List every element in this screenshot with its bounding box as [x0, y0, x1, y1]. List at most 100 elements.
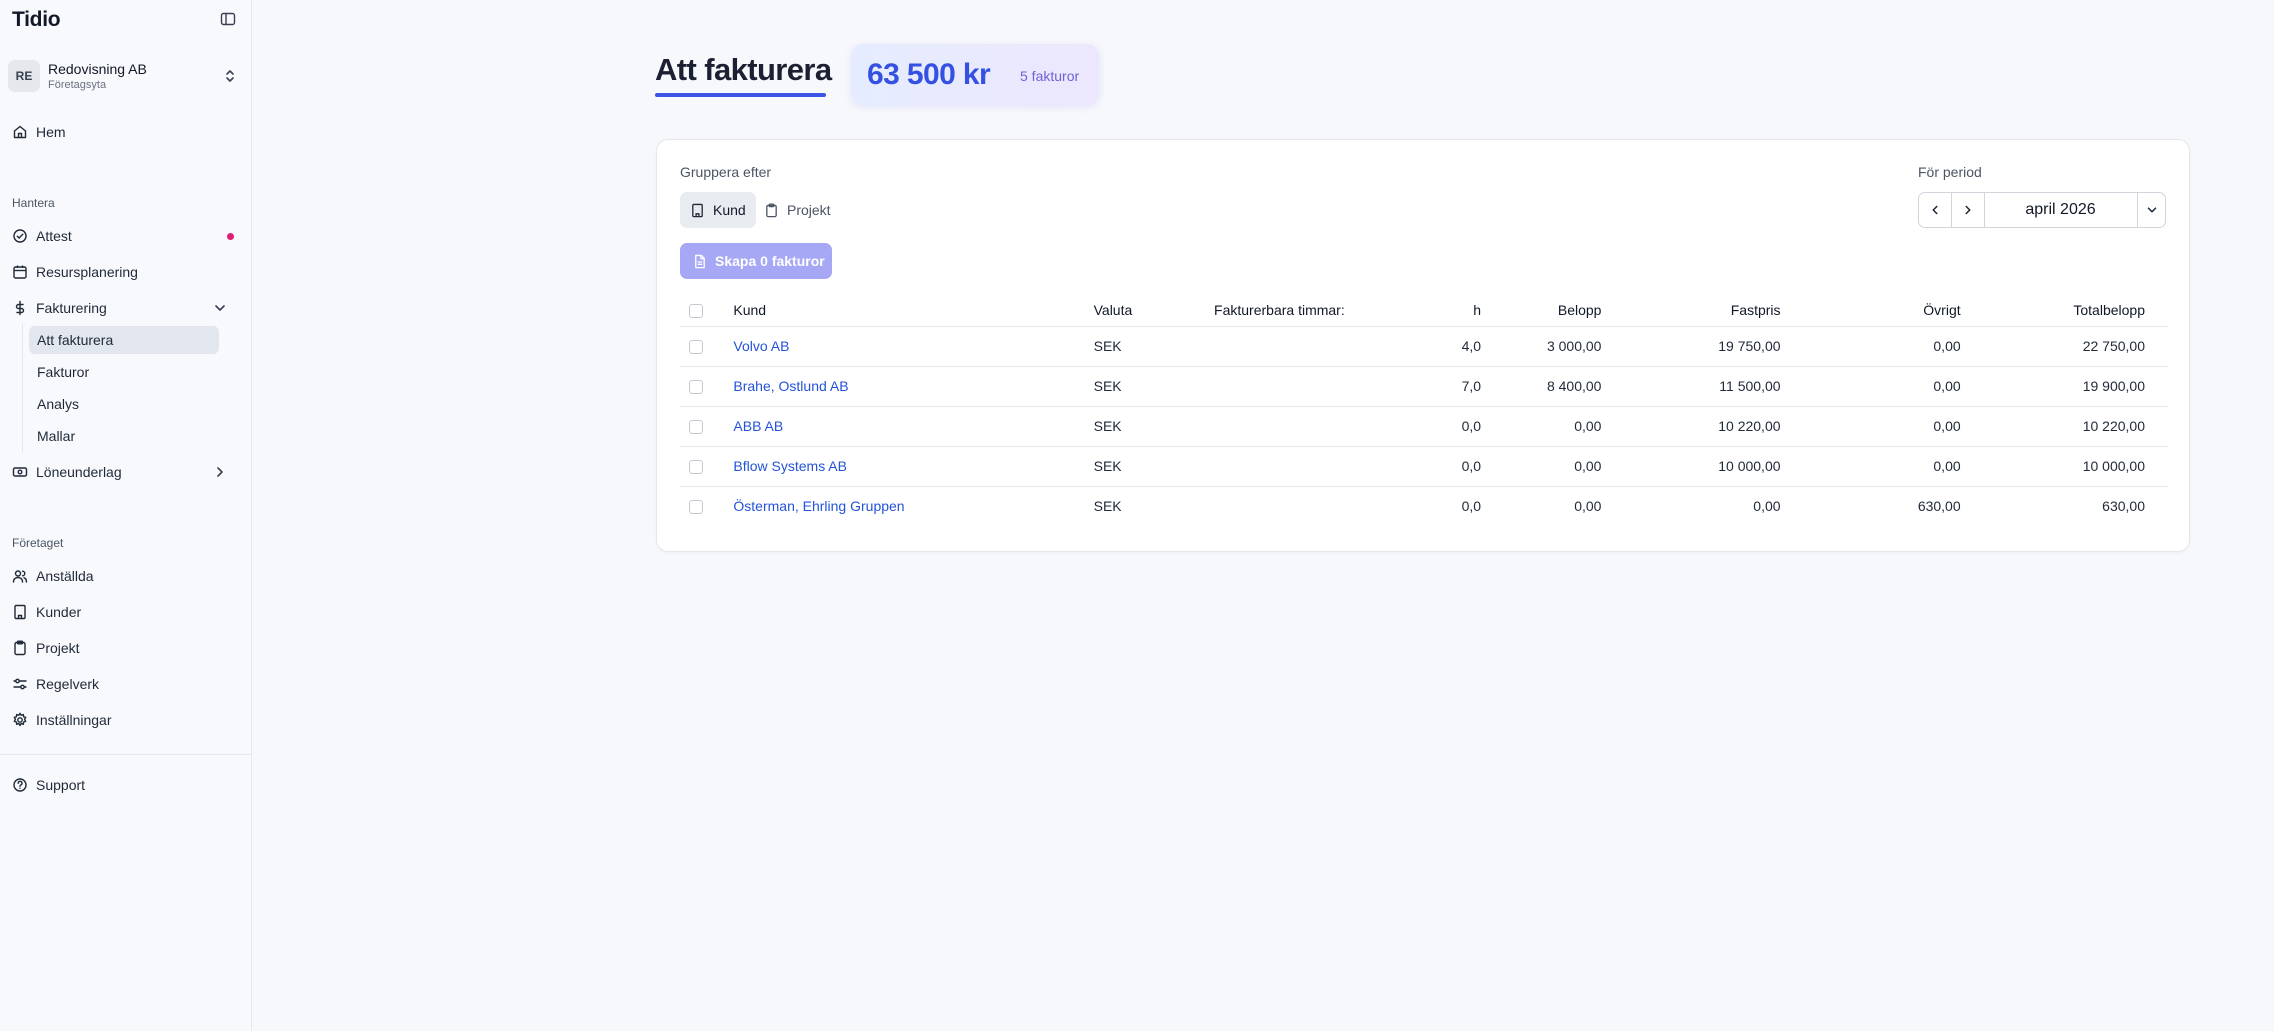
- period-label: För period: [1918, 164, 1982, 180]
- amount-cell: 8 400,00: [1481, 366, 1602, 407]
- dollar-icon: [15, 300, 25, 316]
- sidebar-item-projects[interactable]: Projekt: [8, 634, 236, 662]
- period-picker: april 2026: [1918, 192, 2166, 228]
- column-header-hours[interactable]: h: [1397, 295, 1482, 327]
- billable-hours-cell: [1214, 446, 1398, 487]
- invoice-table: Kund Valuta Fakturerbara timmar: h Belop…: [680, 295, 2168, 526]
- sidebar-item-attest[interactable]: Attest: [8, 222, 236, 250]
- sidebar-item-support[interactable]: Support: [8, 771, 236, 799]
- check-circle-icon: [13, 229, 27, 243]
- customer-link[interactable]: Bflow Systems AB: [733, 458, 847, 474]
- sidebar-subitem-analysis[interactable]: Analys: [29, 390, 219, 418]
- other-cell: 0,00: [1780, 326, 1961, 367]
- column-header-other[interactable]: Övrigt: [1780, 295, 1961, 327]
- amount-cell: 0,00: [1481, 406, 1602, 447]
- customer-link[interactable]: Volvo AB: [733, 338, 789, 354]
- sidebar-item-label: Kunder: [36, 604, 82, 620]
- hours-cell: 4,0: [1397, 326, 1482, 367]
- sidebar-item-label: Anställda: [36, 568, 94, 584]
- table-header-row: Kund Valuta Fakturerbara timmar: h Belop…: [680, 295, 2168, 327]
- column-header-currency[interactable]: Valuta: [1093, 295, 1215, 327]
- sidebar-item-label: Regelverk: [36, 676, 100, 692]
- other-cell: 0,00: [1780, 446, 1961, 487]
- sidebar: Tidio RE Redovisning AB Företagsyta Hem …: [0, 0, 252, 1031]
- group-by-customer-button[interactable]: Kund: [680, 192, 756, 228]
- sidebar-item-label: Support: [36, 777, 86, 793]
- invoice-summary: 63 500 kr 5 fakturor: [851, 44, 1099, 105]
- group-by-project-button[interactable]: Projekt: [754, 192, 841, 228]
- sidebar-subitem-to-invoice[interactable]: Att fakturera: [29, 326, 219, 354]
- notification-dot: [227, 233, 234, 240]
- sidebar-subitem-templates[interactable]: Mallar: [29, 422, 219, 450]
- sidebar-item-customers[interactable]: Kunder: [8, 598, 236, 626]
- currency-cell: SEK: [1093, 446, 1215, 487]
- sidebar-toggle-icon[interactable]: [220, 11, 236, 27]
- help-circle-icon: [13, 778, 27, 792]
- workspace-avatar: RE: [8, 60, 40, 92]
- sidebar-item-label: Attest: [36, 228, 72, 244]
- row-checkbox[interactable]: [689, 500, 703, 515]
- sidebar-item-payroll[interactable]: Löneunderlag: [8, 458, 236, 486]
- section-label-manage: Hantera: [12, 196, 55, 210]
- summary-amount: 63 500 kr: [867, 58, 991, 91]
- document-icon: [695, 254, 705, 268]
- row-checkbox[interactable]: [689, 420, 703, 435]
- chevron-right-icon: [217, 467, 223, 477]
- billable-hours-cell: [1214, 486, 1397, 526]
- sidebar-item-home[interactable]: Hem: [8, 118, 236, 146]
- column-header-amount[interactable]: Belopp: [1481, 295, 1602, 327]
- gear-icon: [13, 712, 27, 727]
- total-cell: 630,00: [2102, 498, 2145, 515]
- sliders-icon: [13, 678, 27, 690]
- sidebar-item-label: Resursplanering: [36, 264, 138, 280]
- select-all-checkbox[interactable]: [689, 304, 703, 319]
- chevron-right-icon: [1965, 205, 1971, 215]
- period-dropdown-button[interactable]: [2137, 193, 2166, 227]
- table-row: Bflow Systems AB SEK 0,0 0,00 10 000,00 …: [680, 446, 2168, 487]
- sidebar-item-label: Löneunderlag: [36, 464, 122, 480]
- customer-link[interactable]: Österman, Ehrling Gruppen: [733, 498, 904, 514]
- period-value[interactable]: april 2026: [1984, 193, 2137, 227]
- row-checkbox[interactable]: [689, 380, 703, 395]
- sidebar-item-settings[interactable]: Inställningar: [8, 706, 236, 734]
- sidebar-item-invoicing[interactable]: Fakturering: [8, 294, 236, 322]
- group-by-project-label: Projekt: [787, 202, 831, 218]
- chevron-down-icon: [2147, 207, 2156, 213]
- other-cell: 0,00: [1780, 406, 1961, 447]
- sidebar-item-rules[interactable]: Regelverk: [8, 670, 236, 698]
- hours-cell: 0,0: [1397, 406, 1482, 447]
- table-row: Brahe, Ostlund AB SEK 7,0 8 400,00 11 50…: [680, 366, 2168, 407]
- sidebar-subitem-invoices[interactable]: Fakturor: [29, 358, 219, 386]
- customer-link[interactable]: ABB AB: [733, 418, 783, 434]
- hours-cell: 0,0: [1461, 498, 1482, 515]
- sidebar-item-resource-planning[interactable]: Resursplanering: [8, 258, 236, 286]
- currency-cell: SEK: [1093, 498, 1122, 515]
- column-header-customer[interactable]: Kund: [733, 295, 1094, 327]
- fixed-price-cell: 10 220,00: [1601, 406, 1781, 447]
- sidebar-item-label: Projekt: [36, 640, 80, 656]
- row-checkbox[interactable]: [689, 460, 703, 475]
- page-title: Att fakturera: [655, 52, 832, 87]
- clipboard-icon: [766, 202, 777, 217]
- currency-cell: SEK: [1093, 406, 1215, 447]
- calendar-icon: [13, 265, 27, 279]
- customer-link[interactable]: Brahe, Ostlund AB: [733, 378, 848, 394]
- hours-cell: 7,0: [1397, 366, 1482, 407]
- amount-cell: 0,00: [1574, 498, 1602, 515]
- submenu-divider: [22, 324, 23, 452]
- table-row: Österman, Ehrling Gruppen SEK 0,0 0,00 0…: [680, 486, 2168, 526]
- sidebar-item-employees[interactable]: Anställda: [8, 562, 236, 590]
- next-period-button[interactable]: [1952, 193, 1984, 227]
- row-checkbox[interactable]: [689, 340, 703, 355]
- building-icon: [14, 604, 26, 620]
- total-cell: 19 900,00: [1960, 366, 2168, 407]
- hours-cell: 0,0: [1397, 446, 1482, 487]
- group-by-customer-label: Kund: [713, 202, 746, 218]
- workspace-switcher[interactable]: RE Redovisning AB Företagsyta: [8, 58, 240, 94]
- column-header-fixed-price[interactable]: Fastpris: [1601, 295, 1781, 327]
- billable-hours-cell: [1214, 406, 1398, 447]
- column-header-billable-hours: Fakturerbara timmar:: [1214, 295, 1398, 327]
- column-header-total[interactable]: Totalbelopp: [1960, 295, 2168, 327]
- previous-period-button[interactable]: [1919, 193, 1951, 227]
- create-invoices-button[interactable]: Skapa 0 fakturor: [680, 243, 832, 279]
